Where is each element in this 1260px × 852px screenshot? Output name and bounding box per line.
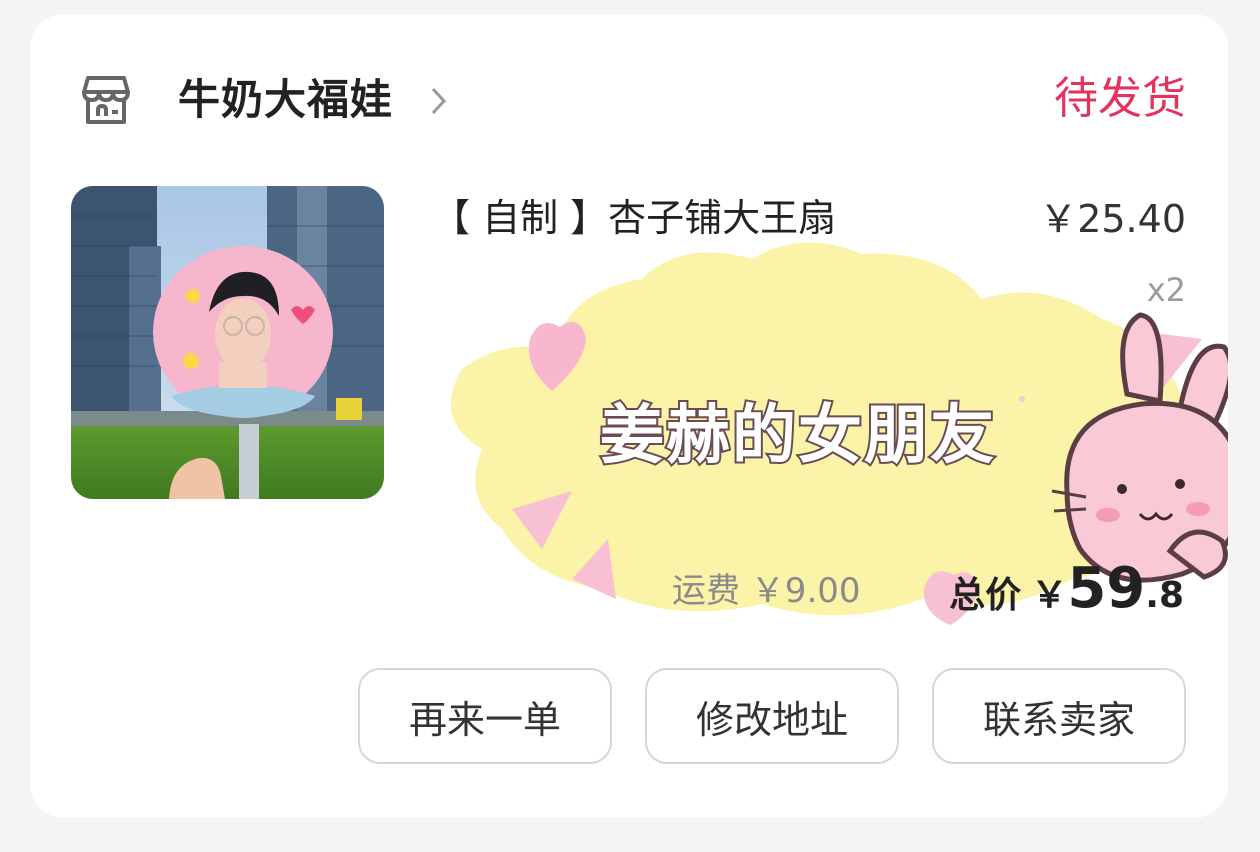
total-currency: ￥ — [1031, 575, 1068, 616]
product-title[interactable]: 【 自制 】杏子铺大王扇 — [432, 192, 836, 244]
product-image[interactable] — [71, 186, 384, 499]
store-icon — [82, 76, 130, 124]
sticker-text: 姜赫的女朋友 — [600, 399, 996, 473]
modify-address-button[interactable]: 修改地址 — [645, 668, 899, 764]
quantity: x2 — [1146, 271, 1186, 309]
order-status: 待发货 — [1054, 73, 1186, 124]
product-photo — [71, 186, 384, 499]
contact-seller-button[interactable]: 联系卖家 — [932, 668, 1186, 764]
shipping-fee: 运费 ￥9.00 — [672, 571, 861, 611]
unit-price: ￥25.40 — [1039, 197, 1186, 241]
chevron-right-icon[interactable] — [428, 84, 450, 118]
shop-name[interactable]: 牛奶大福娃 — [178, 72, 393, 128]
total-label: 总价 — [949, 575, 1022, 616]
total-price: 总价 ￥59.8 — [949, 554, 1184, 637]
total-amount-integer: 59 — [1067, 556, 1146, 621]
total-amount-decimal: .8 — [1145, 575, 1184, 616]
reorder-button[interactable]: 再来一单 — [358, 668, 612, 764]
order-card[interactable]: 牛奶大福娃 待发货 姜赫的女朋友 【 自制 】杏子铺大王扇 ￥25.40 x2 … — [30, 14, 1228, 818]
